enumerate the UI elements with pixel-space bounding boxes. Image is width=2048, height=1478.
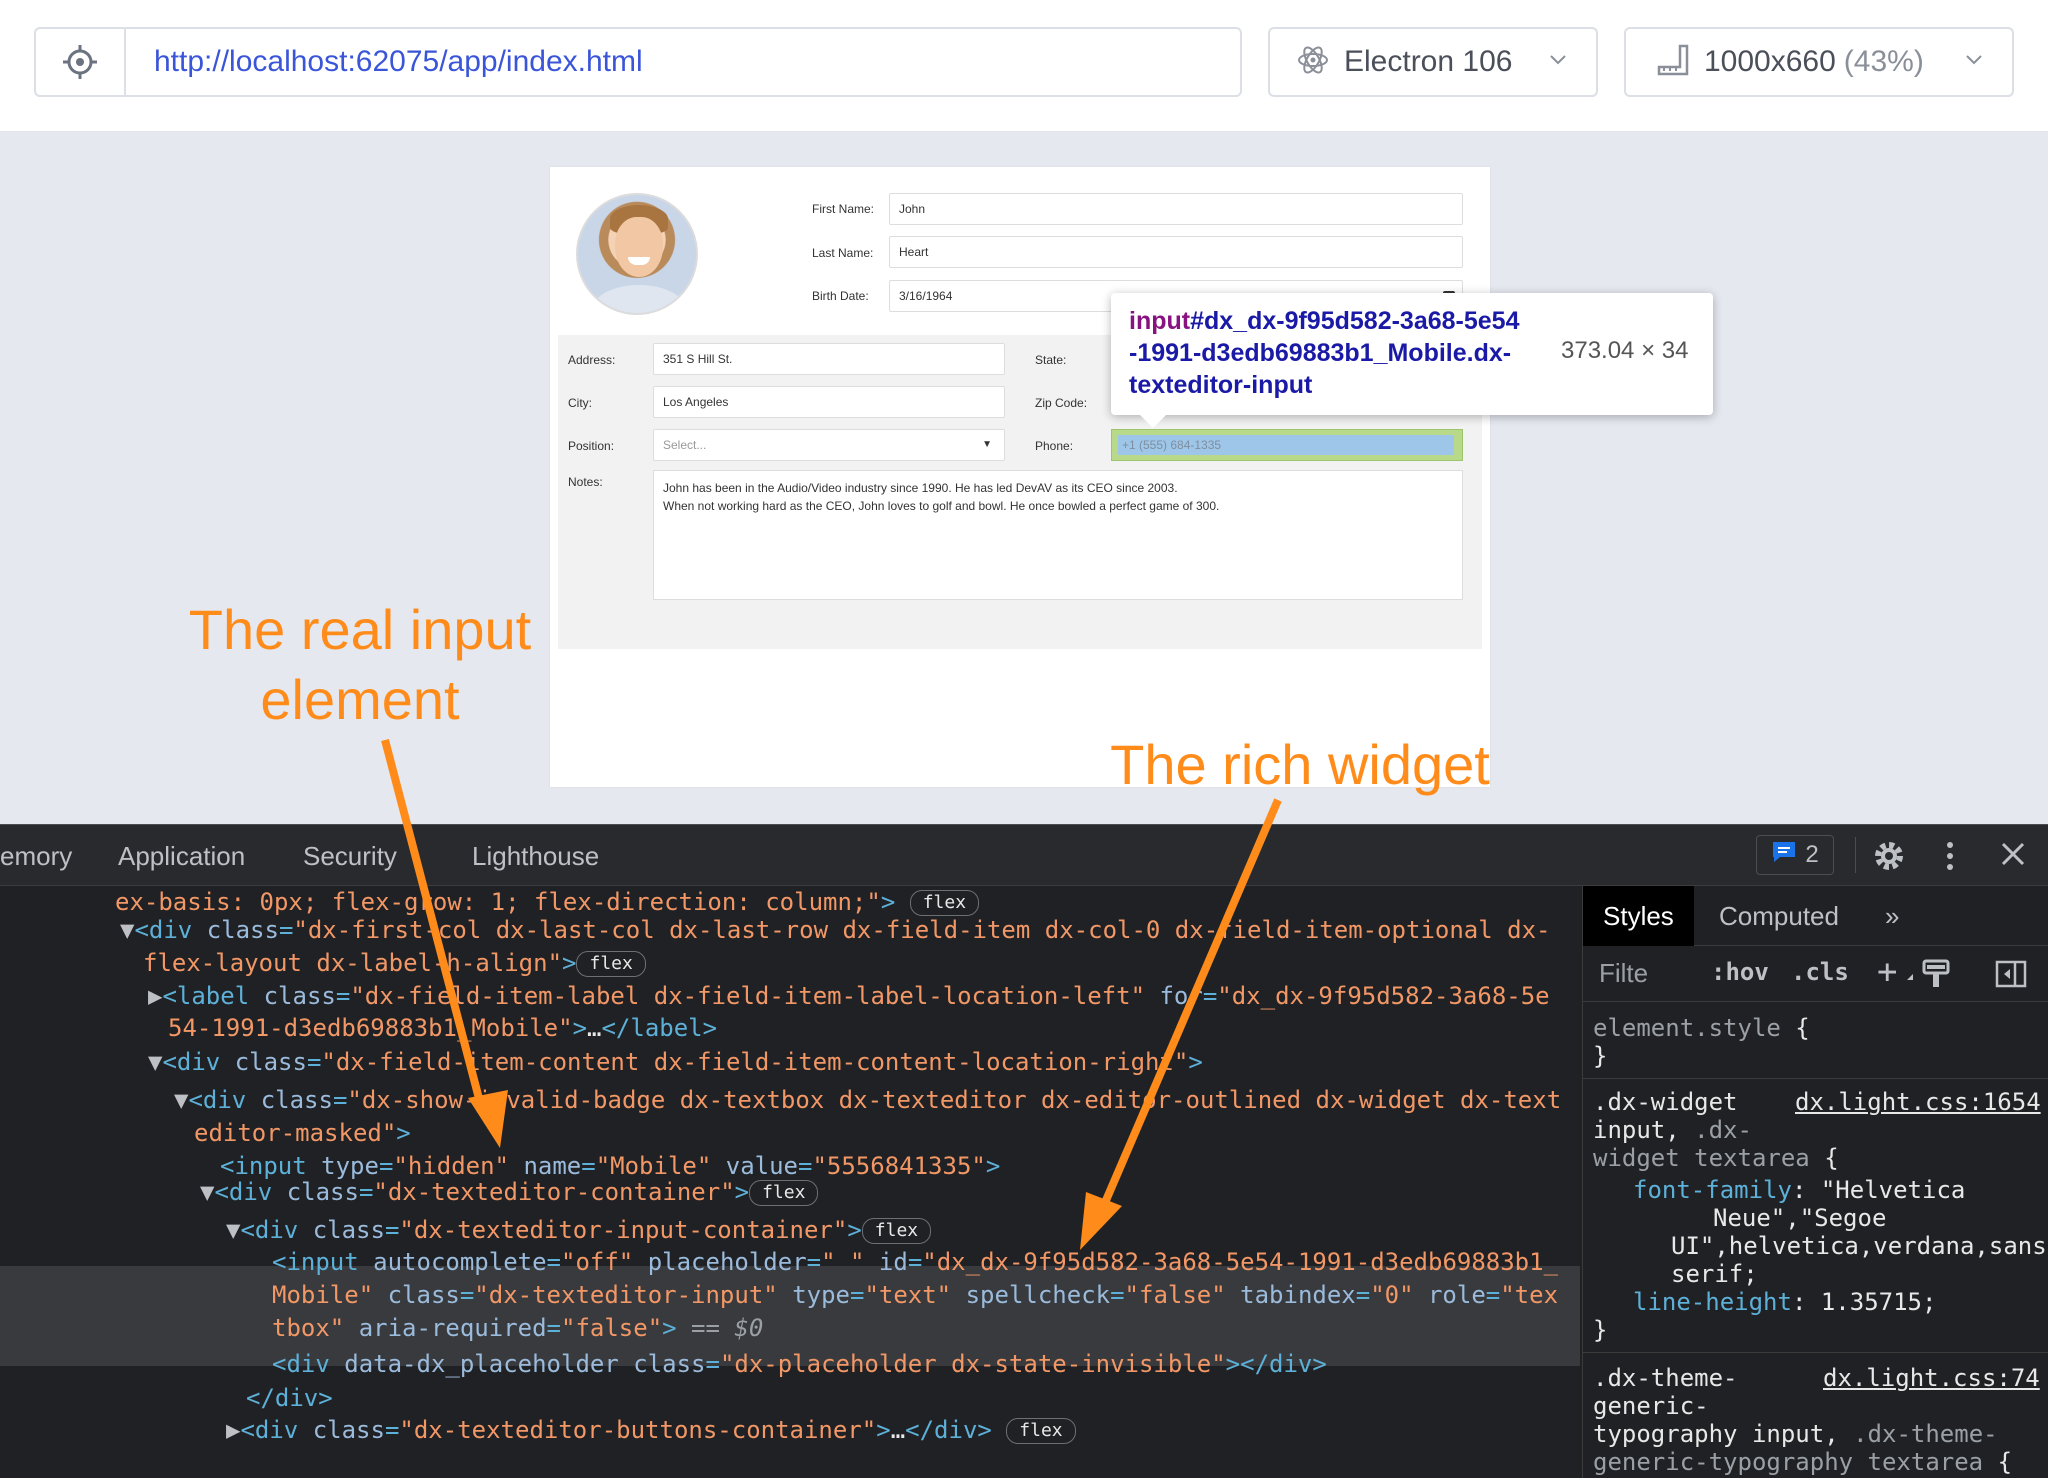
- arrowhead-real-input: [468, 1090, 508, 1148]
- arrow-real-input: [381, 738, 486, 1112]
- arrowhead-rich-widget: [1080, 1192, 1122, 1250]
- annotation-arrows: [381, 738, 1282, 1250]
- screenshot-root: http://localhost:62075/app/index.html El…: [0, 0, 2048, 1478]
- arrow-rich-widget: [1100, 798, 1282, 1207]
